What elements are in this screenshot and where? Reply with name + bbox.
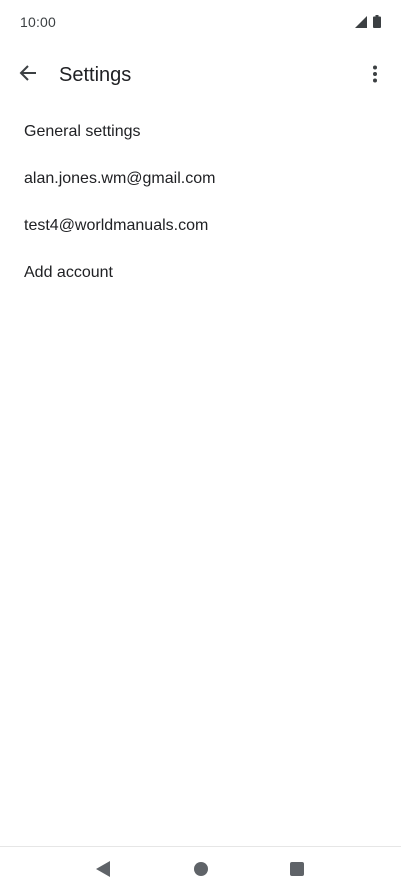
overflow-menu-button[interactable] (359, 58, 391, 94)
nav-back-button[interactable] (89, 857, 117, 885)
list-item-label: test4@worldmanuals.com (24, 216, 209, 234)
status-time: 10:00 (20, 14, 57, 30)
more-vert-icon (372, 65, 378, 88)
arrow-back-icon (19, 64, 37, 87)
list-item-account-worldmanuals[interactable]: test4@worldmanuals.com (0, 202, 401, 249)
list-item-label: alan.jones.wm@gmail.com (24, 169, 216, 187)
battery-icon (373, 15, 381, 28)
status-icons (355, 15, 381, 28)
nav-recents-icon (289, 861, 305, 882)
list-item-label: General settings (24, 122, 141, 140)
navigation-bar (0, 846, 401, 892)
app-bar: Settings (0, 50, 401, 104)
list-item-add-account[interactable]: Add account (0, 249, 401, 296)
nav-recents-button[interactable] (283, 857, 311, 885)
signal-icon (355, 15, 367, 28)
screen: 10:00 Settings General settings alan.jon… (0, 0, 401, 892)
list-item-general-settings[interactable]: General settings (0, 108, 401, 155)
list-item-label: Add account (24, 263, 113, 281)
status-bar: 10:00 (0, 0, 401, 46)
page-title: Settings (59, 64, 132, 86)
settings-list: General settings alan.jones.wm@gmail.com… (0, 108, 401, 296)
nav-home-icon (193, 861, 209, 882)
nav-back-icon (95, 860, 111, 883)
nav-home-button[interactable] (187, 857, 215, 885)
back-button[interactable] (10, 57, 46, 93)
list-item-account-gmail[interactable]: alan.jones.wm@gmail.com (0, 155, 401, 202)
